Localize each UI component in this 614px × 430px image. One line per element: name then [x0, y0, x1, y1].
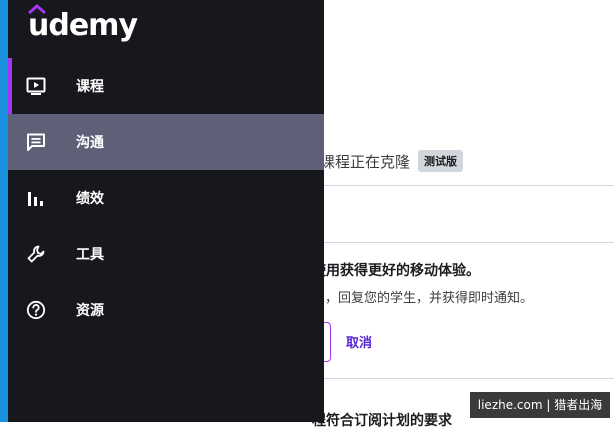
bar-chart-icon	[28, 192, 43, 206]
sidebar-item-courses[interactable]: 课程	[8, 58, 324, 114]
window-edge-stripe	[0, 0, 8, 422]
divider	[312, 242, 614, 243]
sidebar-item-resources[interactable]: 资源	[8, 282, 324, 338]
sidebar-item-label: 工具	[76, 247, 104, 263]
clone-notice: 课程正在克隆 测试版	[320, 150, 464, 172]
navigation-drawer: udemy 课程 沟通 绩效 工具 资源	[8, 0, 324, 422]
subscription-requirement-text: 程符合订阅计划的要求	[312, 413, 452, 429]
clone-notice-text: 课程正在克隆	[320, 152, 411, 171]
video-screen-icon	[26, 77, 46, 95]
sidebar-item-communication[interactable]: 沟通	[8, 114, 324, 170]
divider	[312, 185, 614, 186]
logo-hat-icon	[28, 4, 46, 14]
sidebar-item-label: 沟通	[76, 135, 104, 151]
sidebar-item-performance[interactable]: 绩效	[8, 170, 324, 226]
sidebar-item-label: 课程	[76, 79, 104, 95]
help-circle-icon	[26, 300, 46, 320]
sidebar-item-label: 绩效	[76, 191, 104, 207]
beta-badge: 测试版	[418, 150, 464, 172]
mobile-promo-title: 使用获得更好的移动体验。	[312, 263, 480, 279]
divider	[312, 378, 614, 379]
udemy-logo[interactable]: udemy	[28, 4, 138, 44]
cancel-button[interactable]: 取消	[346, 332, 372, 351]
site-watermark: liezhe.com | 猎者出海	[470, 392, 610, 418]
sidebar-item-tools[interactable]: 工具	[8, 226, 324, 282]
wrench-icon	[27, 245, 45, 263]
sidebar-item-label: 资源	[76, 303, 104, 319]
message-icon	[27, 133, 45, 151]
sidebar-nav: 课程 沟通 绩效 工具 资源	[8, 58, 324, 338]
mobile-promo-subtitle: 练，回复您的学生，并获得即时通知。	[312, 291, 534, 306]
